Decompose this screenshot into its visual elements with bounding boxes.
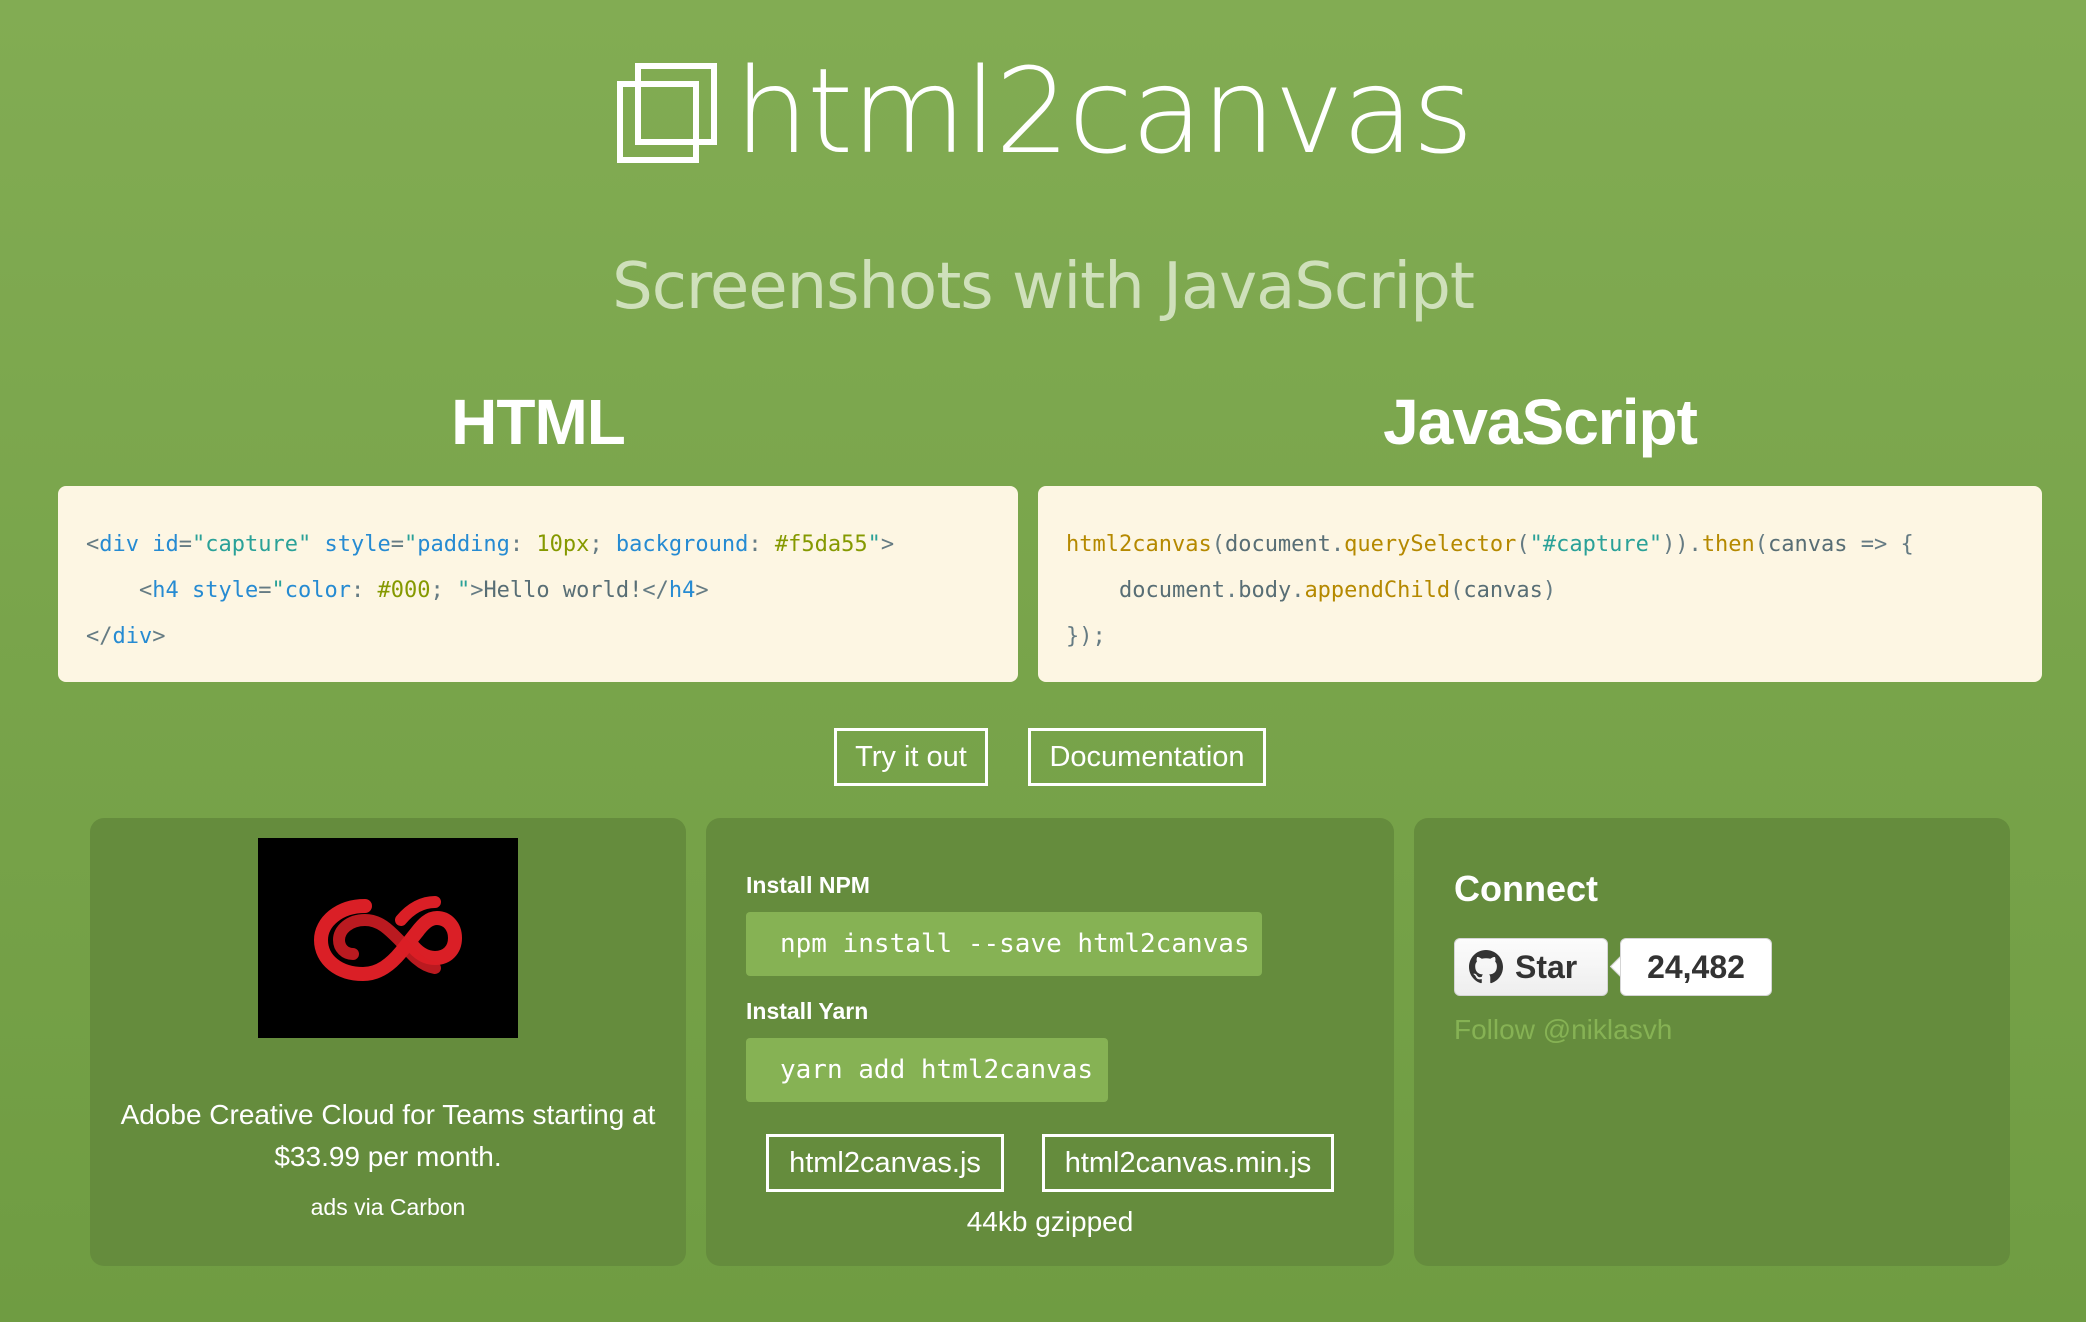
star-label: Star bbox=[1515, 948, 1578, 985]
html-section-title: HTML bbox=[451, 386, 626, 458]
adobe-creative-cloud-icon bbox=[313, 896, 463, 982]
js-code-block: html2canvas(document.querySelector("#cap… bbox=[1038, 486, 2042, 682]
code-token: div bbox=[99, 532, 139, 557]
size-note: 44kb gzipped bbox=[966, 1206, 1134, 1237]
try-it-out-button[interactable]: Try it out bbox=[834, 728, 988, 786]
code-token: html2canvas bbox=[1066, 532, 1212, 557]
download-html2canvas-min-js-button[interactable]: html2canvas.min.js bbox=[1042, 1134, 1334, 1192]
connect-title: Connect bbox=[1454, 868, 1598, 909]
connect-panel: Connect Star 24,482 Follow @niklasvh bbox=[1414, 818, 2010, 1266]
download-html2canvas-js-button[interactable]: html2canvas.js bbox=[766, 1134, 1004, 1192]
ad-text[interactable]: Adobe Creative Cloud for Teams starting … bbox=[120, 1094, 656, 1178]
npm-command[interactable]: npm install --save html2canvas bbox=[746, 912, 1262, 976]
follow-twitter-link[interactable]: Follow @niklasvh bbox=[1454, 1014, 1672, 1046]
logo-squares-icon bbox=[617, 63, 718, 163]
install-yarn-label: Install Yarn bbox=[746, 998, 869, 1024]
install-npm-label: Install NPM bbox=[746, 872, 870, 898]
documentation-button[interactable]: Documentation bbox=[1028, 728, 1266, 786]
site-title: html2canvas bbox=[734, 42, 1473, 180]
carbon-ad-panel: Adobe Creative Cloud for Teams starting … bbox=[90, 818, 686, 1266]
tagline: Screenshots with JavaScript bbox=[612, 250, 1475, 324]
ad-via-carbon-link[interactable]: ads via Carbon bbox=[90, 1194, 686, 1221]
yarn-command[interactable]: yarn add html2canvas bbox=[746, 1038, 1108, 1102]
js-section-title: JavaScript bbox=[1383, 386, 1698, 458]
page: html2canvas Screenshots with JavaScript … bbox=[0, 0, 2086, 1322]
ad-image[interactable] bbox=[258, 838, 518, 1038]
logo: html2canvas bbox=[0, 40, 2086, 190]
html-code-block: <div id="capture" style="padding: 10px; … bbox=[58, 486, 1018, 682]
github-star-button[interactable]: Star bbox=[1454, 938, 1608, 996]
github-icon bbox=[1469, 950, 1503, 984]
install-panel: Install NPM npm install --save html2canv… bbox=[706, 818, 1394, 1266]
star-count[interactable]: 24,482 bbox=[1620, 938, 1772, 996]
code-line: < bbox=[86, 532, 100, 557]
